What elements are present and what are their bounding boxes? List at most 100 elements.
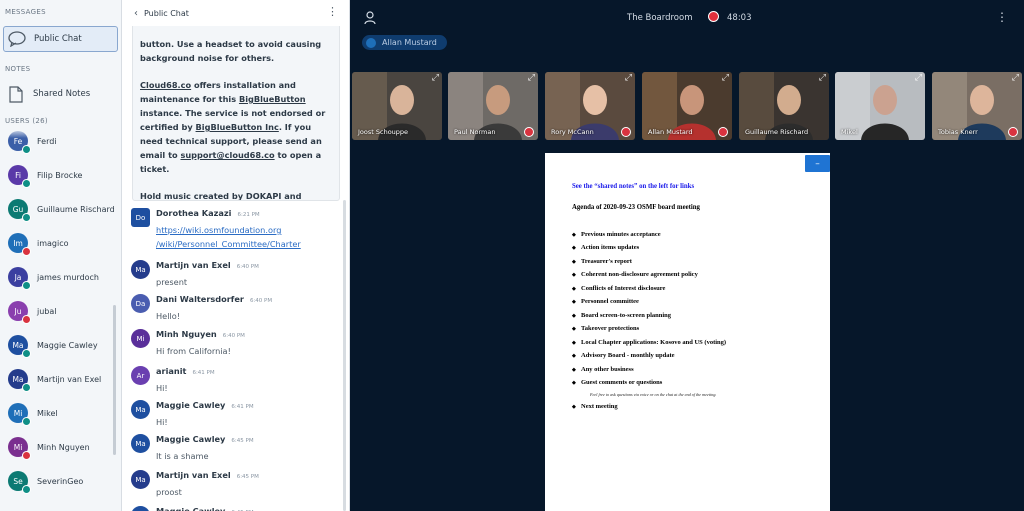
webcam-tile[interactable]: ⤢ Rory McCann — [545, 72, 635, 140]
webcam-name: Joost Schouppe — [358, 128, 409, 136]
welcome-text-3: Hold music created by DOKAPI and license… — [140, 191, 302, 201]
message-link[interactable]: https://wiki.osmfoundation.org — [156, 225, 281, 235]
user-list-item[interactable]: Fi Filip Brocke — [0, 160, 116, 190]
muted-microphone-icon — [524, 127, 534, 137]
webcam-tile[interactable]: ⤢ Guillaume Rischard — [739, 72, 829, 140]
message-text: Hello! — [156, 311, 181, 321]
fullscreen-icon[interactable]: ⤢ — [819, 74, 826, 83]
user-list-item[interactable]: Se SeverinGeo — [0, 466, 116, 496]
avatar: Ma — [131, 434, 150, 453]
audio-status-icon — [22, 179, 31, 188]
message-time: 6:41 PM — [192, 370, 215, 376]
webcam-name: Rory McCann — [551, 128, 594, 136]
user-name: Filip Brocke — [37, 170, 83, 180]
fullscreen-icon[interactable]: ⤢ — [528, 74, 535, 83]
audio-status-icon — [22, 145, 31, 154]
webcam-tile[interactable]: ⤢ Joost Schouppe — [352, 72, 442, 140]
users-header: USERS (26) — [5, 117, 48, 125]
user-list-item[interactable]: Ja james murdoch — [0, 262, 116, 292]
vertical-dots-icon[interactable]: ⋮ — [327, 6, 338, 17]
microphone-icon — [366, 37, 376, 48]
message-author: Maggie Cawley 6:45 PM — [156, 434, 254, 444]
fullscreen-icon[interactable]: ⤢ — [432, 74, 439, 83]
webcam-tile[interactable]: ⤢ Tobias Knerr — [932, 72, 1022, 140]
public-chat-item[interactable]: Public Chat — [3, 26, 118, 52]
talking-name: Allan Mustard — [382, 38, 437, 47]
talking-indicator: Allan Mustard — [362, 35, 447, 50]
user-list-panel: MESSAGES Public Chat NOTES Shared Notes … — [0, 0, 122, 511]
document-icon — [9, 85, 23, 103]
user-name: Minh Nguyen — [37, 442, 90, 452]
muted-status-icon — [22, 247, 31, 256]
webcam-tile[interactable]: ⤢ Mikel — [835, 72, 925, 140]
audio-status-icon — [22, 383, 31, 392]
notes-header: NOTES — [5, 65, 31, 73]
list-fade — [0, 128, 121, 138]
chat-header: ‹ Public Chat ⋮ — [122, 0, 349, 26]
user-name: Guillaume Rischard — [37, 204, 115, 214]
message-time: 6:21 PM — [237, 212, 260, 218]
audio-status-icon — [22, 349, 31, 358]
chat-bubble-icon — [8, 31, 26, 47]
presentation-slide: See the “shared notes” on the left for l… — [545, 153, 830, 511]
agenda-note: Feel free to ask questions via voice or … — [590, 392, 717, 397]
user-list-item[interactable]: Mi Mikel — [0, 398, 116, 428]
message-time: 6:40 PM — [249, 298, 273, 304]
fullscreen-icon[interactable]: ⤢ — [915, 74, 922, 83]
webcam-tile[interactable]: ⤢ Paul Norman — [448, 72, 538, 140]
chat-title[interactable]: Public Chat — [144, 9, 189, 18]
user-list-item[interactable]: Ma Maggie Cawley — [0, 330, 116, 360]
message-time: 6:40 PM — [236, 264, 259, 270]
message-author: Minh Nguyen 6:40 PM — [156, 329, 245, 339]
message-author: Maggie Cawley 6:41 PM — [156, 400, 254, 410]
user-list-scrollbar[interactable] — [113, 305, 116, 455]
agenda-item: Advisory Board - monthly update — [572, 352, 675, 359]
person-icon[interactable] — [364, 11, 376, 25]
avatar: Ma — [8, 335, 31, 358]
chevron-left-icon[interactable]: ‹ — [134, 8, 138, 19]
audio-status-icon — [22, 281, 31, 290]
user-list-item[interactable]: Im imagico — [0, 228, 116, 258]
message-time: 6:45 PM — [236, 474, 259, 480]
user-list-item[interactable]: Mi Minh Nguyen — [0, 432, 116, 462]
fullscreen-icon[interactable]: ⤢ — [722, 74, 729, 83]
chat-scrollbar[interactable] — [343, 200, 346, 511]
bigbluebutton-link[interactable]: BigBlueButton — [239, 94, 306, 104]
agenda-item: Treasurer's report — [572, 258, 632, 265]
minimize-presentation-button[interactable]: – — [805, 155, 830, 172]
fullscreen-icon[interactable]: ⤢ — [625, 74, 632, 83]
message-author: arianit 6:41 PM — [156, 366, 215, 376]
author-name: Dorothea Kazazi — [156, 208, 232, 218]
recording-icon[interactable] — [708, 11, 719, 22]
top-bar: The Boardroom 48:03 ⋮ — [350, 0, 1024, 36]
webcam-tile[interactable]: ⤢ Allan Mustard — [642, 72, 732, 140]
message-author: Martijn van Exel 6:45 PM — [156, 470, 259, 480]
support-email-link[interactable]: support@cloud68.co — [180, 150, 274, 160]
fullscreen-icon[interactable]: ⤢ — [1012, 74, 1019, 83]
agenda-item: Guest comments or questions — [572, 379, 662, 386]
avatar: Se — [8, 471, 31, 494]
user-list-item[interactable]: Ma Martijn van Exel — [0, 364, 116, 394]
recording-time: 48:03 — [727, 13, 752, 23]
message-text: Hi! — [156, 383, 168, 393]
user-name: Martijn van Exel — [37, 374, 102, 384]
muted-status-icon — [22, 315, 31, 324]
user-name: james murdoch — [37, 272, 100, 282]
main-area: The Boardroom 48:03 ⋮ Allan Mustard ⤢ Joo… — [350, 0, 1024, 511]
avatar: Ma — [131, 400, 150, 419]
user-name: Maggie Cawley — [37, 340, 98, 350]
message-author: Martijn van Exel 6:40 PM — [156, 260, 259, 270]
bigbluebutton-inc-link[interactable]: BigBlueButton Inc — [196, 122, 279, 132]
shared-notes-item[interactable]: Shared Notes — [3, 82, 118, 106]
slide-title: Agenda of 2020-09-23 OSMF board meeting — [572, 204, 700, 211]
webcam-name: Allan Mustard — [648, 128, 693, 136]
author-name: Maggie Cawley — [156, 434, 226, 444]
message-time: 6:40 PM — [222, 333, 245, 339]
user-name: Mikel — [37, 408, 58, 418]
options-menu-icon[interactable]: ⋮ — [996, 11, 1008, 23]
user-list-item[interactable]: Ju jubal — [0, 296, 116, 326]
avatar: Mi — [131, 329, 150, 348]
message-link-cont[interactable]: /wiki/Personnel_Committee/Charter — [156, 239, 301, 249]
cloud68-link[interactable]: Cloud68.co — [140, 80, 191, 90]
user-list-item[interactable]: Gu Guillaume Rischard — [0, 194, 116, 224]
